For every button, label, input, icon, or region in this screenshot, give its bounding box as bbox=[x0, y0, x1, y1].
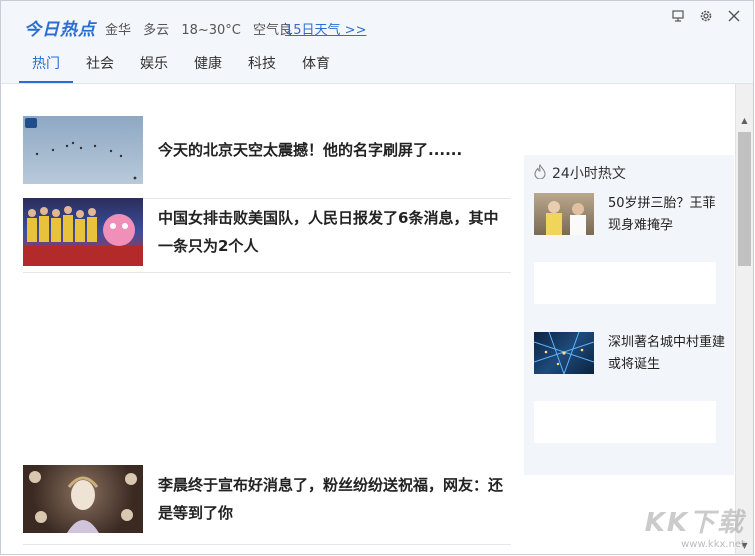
news-thumbnail-sky bbox=[23, 115, 143, 184]
watermark-url: www.kkx.net bbox=[681, 539, 745, 550]
hot-article-item[interactable]: 50岁拼三胎？王菲现身难掩孕 bbox=[534, 193, 726, 237]
weather-info: 金华 多云 18~30°C 空气良 bbox=[105, 19, 300, 38]
hot-articles-title: 24小时热文 bbox=[552, 166, 626, 182]
header-bar: 今日热点 金华 多云 18~30°C 空气良 15日天气 >> 热门 社会 娱乐… bbox=[1, 1, 753, 84]
tab-society[interactable]: 社会 bbox=[73, 53, 127, 83]
tab-tech[interactable]: 科技 bbox=[235, 53, 289, 83]
news-item[interactable]: 中国女排击败美国队，人民日报发了6条消息，其中一条只为2个人 bbox=[23, 192, 511, 273]
hot-articles-panel: 24小时热文 50岁拼三胎？王菲现身难掩孕 深圳著名城中村重建 或将诞生 bbox=[524, 155, 734, 475]
watermark: KK下载 www.kkx.net bbox=[645, 502, 745, 550]
ad-placeholder bbox=[534, 401, 716, 443]
tab-sports[interactable]: 体育 bbox=[289, 53, 343, 83]
tab-health[interactable]: 健康 bbox=[181, 53, 235, 83]
news-thumbnail-portrait bbox=[23, 465, 143, 533]
vertical-scrollbar[interactable]: ▲ ▼ bbox=[735, 84, 753, 554]
tab-hot[interactable]: 热门 bbox=[19, 53, 73, 83]
flame-icon bbox=[534, 163, 546, 183]
news-title[interactable]: 中国女排击败美国队，人民日报发了6条消息，其中一条只为2个人 bbox=[158, 204, 511, 260]
watermark-brand: KK下载 bbox=[644, 508, 745, 538]
close-icon[interactable] bbox=[727, 9, 741, 23]
scroll-thumb[interactable] bbox=[738, 132, 751, 266]
hot-article-thumbnail bbox=[534, 332, 594, 374]
weather-temperature: 18~30°C bbox=[181, 23, 241, 38]
news-title[interactable]: 李晨终于宣布好消息了，粉丝纷纷送祝福，网友：还是等到了你 bbox=[158, 471, 511, 527]
hot-article-title[interactable]: 深圳著名城中村重建 或将诞生 bbox=[608, 332, 726, 376]
news-window: 今日热点 金华 多云 18~30°C 空气良 15日天气 >> 热门 社会 娱乐… bbox=[0, 0, 754, 555]
tab-entertainment[interactable]: 娱乐 bbox=[127, 53, 181, 83]
hot-article-title[interactable]: 50岁拼三胎？王菲现身难掩孕 bbox=[608, 193, 726, 237]
news-thumbnail-volleyball bbox=[23, 198, 143, 266]
hot-article-thumbnail bbox=[534, 193, 594, 235]
hot-articles-header: 24小时热文 bbox=[534, 163, 626, 183]
news-item[interactable]: 李晨终于宣布好消息了，粉丝纷纷送祝福，网友：还是等到了你 bbox=[23, 454, 511, 545]
news-title[interactable]: 今天的北京天空太震撼！他的名字刷屏了...... bbox=[158, 136, 462, 164]
news-item[interactable]: 今天的北京天空太震撼！他的名字刷屏了...... bbox=[23, 101, 511, 199]
app-logo: 今日热点 bbox=[24, 20, 96, 40]
settings-icon[interactable] bbox=[699, 9, 713, 23]
ad-placeholder bbox=[534, 262, 716, 304]
forecast-link[interactable]: 15日天气 >> bbox=[285, 19, 366, 38]
category-tabs: 热门 社会 娱乐 健康 科技 体育 bbox=[19, 53, 343, 83]
hot-article-item[interactable]: 深圳著名城中村重建 或将诞生 bbox=[534, 332, 726, 376]
screen-icon[interactable] bbox=[671, 9, 685, 23]
scroll-up-arrow-icon[interactable]: ▲ bbox=[736, 112, 753, 129]
window-controls bbox=[671, 9, 741, 23]
weather-condition: 多云 bbox=[143, 23, 170, 38]
weather-city: 金华 bbox=[105, 23, 132, 38]
